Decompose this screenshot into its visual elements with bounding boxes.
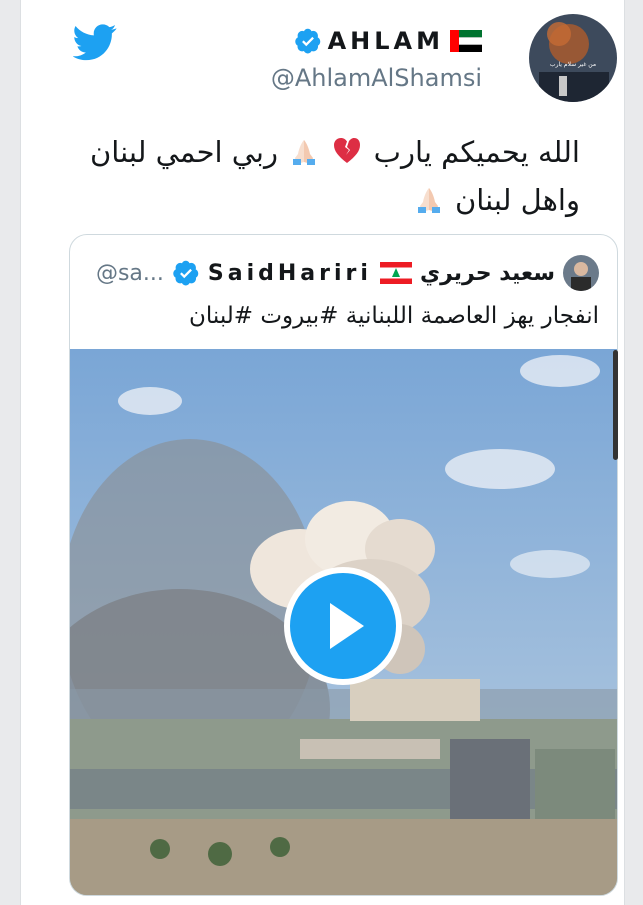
tweet-text-line-1: الله يحميكم يارب ربي احمي لبنان [60,128,580,176]
quoted-avatar-image [563,255,599,291]
lebanon-flag-icon [379,262,412,284]
uae-flag-icon [450,30,482,52]
quoted-tweet[interactable]: @sa... SaidHariri سعيد حريري انفجار يهز … [69,234,618,896]
avatar-caption: من غير سلام يارب [550,61,596,68]
tweet-text-part-1: الله يحميكم يارب [373,135,580,169]
tweet-card[interactable]: من غير سلام يارب AHLAM @AhlamAlShamsi ال… [20,0,625,905]
tweet-text-part-3: واهل لبنان [454,183,580,217]
tweet-text-line-2: واهل لبنان [60,176,580,224]
quoted-name-latin[interactable]: SaidHariri [208,261,372,286]
avatar-image: من غير سلام يارب [529,14,617,102]
quoted-avatar[interactable] [563,255,599,291]
tweet-text-part-2: ربي احمي لبنان [89,135,279,169]
play-icon [330,603,364,649]
quoted-handle[interactable]: @sa... [96,261,164,286]
praying-hands-icon [417,188,440,213]
play-button[interactable] [284,567,402,685]
avatar[interactable]: من غير سلام يارب [529,14,617,102]
author-handle[interactable]: @AhlamAlShamsi [271,64,482,92]
quoted-tweet-text: انفجار يهز العاصمة اللبنانية #بيروت #لبن… [189,303,599,329]
author-display-name[interactable]: AHLAM [328,27,444,55]
author-name-row[interactable]: AHLAM [294,27,482,55]
quoted-tweet-header[interactable]: @sa... SaidHariri سعيد حريري [96,255,599,291]
tweet-text: الله يحميكم يارب ربي احمي لبنان واهل لبن… [60,128,580,224]
broken-heart-icon [334,138,361,163]
twitter-bird-icon[interactable] [73,20,117,64]
verified-badge-icon [294,28,320,54]
verified-badge-icon [173,260,199,286]
quoted-name-arabic[interactable]: سعيد حريري [420,261,555,286]
scrollbar[interactable] [613,350,618,460]
praying-hands-icon [293,140,316,165]
video-thumbnail[interactable] [70,349,617,895]
